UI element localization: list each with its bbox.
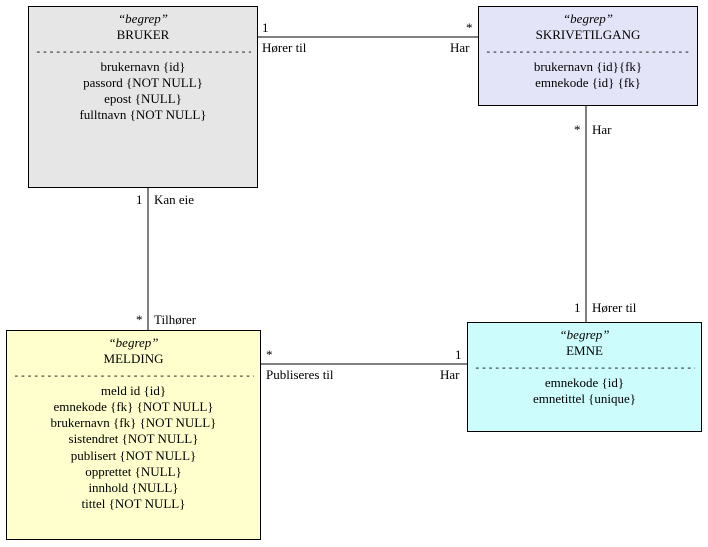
entity-separator: ----------------------------------------… <box>35 46 251 57</box>
entity-separator: --------------------------------------- <box>13 370 254 381</box>
entity-attr: epost {NULL} <box>35 91 251 107</box>
entity-attr: emnekode {id} {fk} <box>485 75 691 91</box>
entity-bruker: “begrep” BRUKER ------------------------… <box>28 6 258 188</box>
entity-attr: sistendret {NOT NULL} <box>13 431 254 447</box>
entity-stereotype: “begrep” <box>485 11 691 27</box>
entity-separator: ------------------------------------- <box>485 46 691 57</box>
role-label: Har <box>440 367 460 383</box>
er-diagram: “begrep” BRUKER ------------------------… <box>0 0 708 547</box>
cardinality-label: * <box>574 122 581 138</box>
cardinality-label: * <box>136 312 143 328</box>
entity-attr: meld id {id} <box>13 383 254 399</box>
role-label: Har <box>592 122 612 138</box>
entity-attr: opprettet {NULL} <box>13 464 254 480</box>
entity-title: MELDING <box>13 351 254 367</box>
cardinality-label: * <box>466 20 473 36</box>
cardinality-label: 1 <box>455 347 462 363</box>
entity-stereotype: “begrep” <box>35 11 251 27</box>
entity-emne: “begrep” EMNE --------------------------… <box>467 322 702 432</box>
entity-attr: brukernavn {id} <box>35 59 251 75</box>
role-label: Hører til <box>262 40 306 56</box>
entity-title: SKRIVETILGANG <box>485 27 691 43</box>
cardinality-label: 1 <box>574 300 581 316</box>
entity-attr: tittel {NOT NULL} <box>13 496 254 512</box>
entity-title: BRUKER <box>35 27 251 43</box>
entity-stereotype: “begrep” <box>474 327 695 343</box>
entity-skrivetilgang: “begrep” SKRIVETILGANG -----------------… <box>478 6 698 106</box>
entity-attr: brukernavn {id}{fk} <box>485 59 691 75</box>
role-label: Har <box>450 40 470 56</box>
entity-stereotype: “begrep” <box>13 335 254 351</box>
role-label: Tilhører <box>154 312 196 328</box>
role-label: Publiseres til <box>266 367 334 383</box>
entity-attr: brukernavn {fk} {NOT NULL} <box>13 415 254 431</box>
entity-attr: passord {NOT NULL} <box>35 75 251 91</box>
entity-attr: innhold {NULL} <box>13 480 254 496</box>
entity-attr: emnekode {id} <box>474 375 695 391</box>
entity-separator: ---------------------------------- <box>474 362 695 373</box>
entity-melding: “begrep” MELDING -----------------------… <box>6 330 261 540</box>
entity-attr: publisert {NOT NULL} <box>13 448 254 464</box>
entity-attr: emnetittel {unique} <box>474 391 695 407</box>
role-label: Kan eie <box>154 192 194 208</box>
cardinality-label: 1 <box>262 20 269 36</box>
entity-attr: fulltnavn {NOT NULL} <box>35 107 251 123</box>
role-label: Hører til <box>592 300 636 316</box>
cardinality-label: 1 <box>136 192 143 208</box>
cardinality-label: * <box>266 347 273 363</box>
entity-attr: emnekode {fk} {NOT NULL} <box>13 399 254 415</box>
entity-title: EMNE <box>474 343 695 359</box>
